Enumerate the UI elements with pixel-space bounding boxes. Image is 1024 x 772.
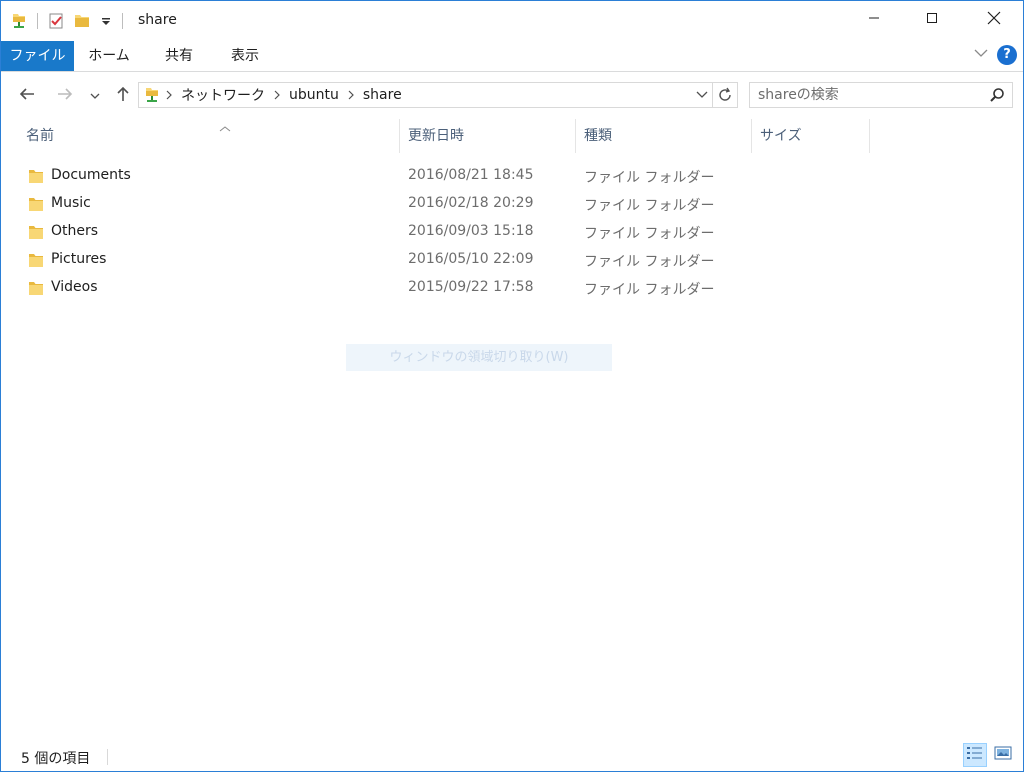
search-box — [749, 82, 1013, 108]
toolbar-separator — [37, 13, 38, 29]
list-item[interactable]: Others 2016/09/03 15:18 ファイル フォルダー — [1, 218, 1023, 246]
breadcrumb-chevron-icon[interactable] — [343, 83, 359, 107]
list-item[interactable]: Documents 2016/08/21 18:45 ファイル フォルダー — [1, 162, 1023, 190]
item-date: 2016/02/18 20:29 — [408, 195, 534, 211]
column-header-type[interactable]: 種類 — [576, 119, 752, 153]
chevron-down-icon[interactable] — [973, 47, 989, 63]
window-title: share — [138, 12, 177, 28]
search-icon[interactable] — [988, 86, 1006, 104]
close-icon — [987, 11, 1001, 29]
breadcrumb: ネットワーク ubuntu share — [139, 83, 692, 107]
title-bar: share — [1, 1, 1023, 41]
item-name: Others — [51, 223, 99, 239]
item-date: 2016/09/03 15:18 — [408, 223, 534, 239]
network-share-icon[interactable] — [9, 11, 29, 31]
column-type-label: 種類 — [584, 128, 612, 144]
recent-locations-button[interactable] — [85, 84, 105, 108]
column-headers: 名前 更新日時 種類 サイズ — [1, 119, 1023, 153]
item-type: ファイル フォルダー — [584, 282, 715, 298]
item-date: 2016/05/10 22:09 — [408, 251, 534, 267]
item-type: ファイル フォルダー — [584, 254, 715, 270]
large-icons-view-icon — [994, 745, 1012, 765]
item-count: 5 個の項目 — [21, 751, 91, 767]
navigation-bar: ネットワーク ubuntu share — [1, 79, 1023, 113]
up-button[interactable] — [111, 84, 135, 108]
search-input[interactable] — [750, 83, 986, 107]
column-header-size[interactable]: サイズ — [752, 119, 870, 153]
status-bar: 5 個の項目 — [1, 741, 1023, 771]
back-arrow-icon — [18, 86, 36, 106]
refresh-icon[interactable] — [712, 83, 737, 107]
ribbon-tabs: ファイル ホーム 共有 表示 ? — [1, 41, 1023, 72]
file-list: Documents 2016/08/21 18:45 ファイル フォルダー Mu… — [1, 162, 1023, 302]
column-header-date[interactable]: 更新日時 — [400, 119, 576, 153]
item-name: Pictures — [51, 251, 107, 267]
folder-icon — [28, 168, 44, 184]
tab-file[interactable]: ファイル — [1, 41, 74, 71]
window-snip-overlay: ウィンドウの領域切り取り(W) — [346, 344, 612, 371]
item-name: Music — [51, 195, 91, 211]
tab-share[interactable]: 共有 — [151, 41, 207, 71]
folder-icon — [28, 280, 44, 296]
toolbar-separator — [122, 13, 123, 29]
quick-access-toolbar — [9, 9, 131, 33]
details-view-icon — [966, 745, 984, 765]
explorer-window: share ファイル ホーム 共有 表示 ? ネットワーク ubuntu sha… — [0, 0, 1024, 772]
details-view-button[interactable] — [963, 743, 987, 767]
item-date: 2015/09/22 17:58 — [408, 279, 534, 295]
maximize-icon — [926, 12, 938, 28]
help-icon[interactable]: ? — [997, 45, 1017, 65]
breadcrumb-share[interactable]: share — [359, 87, 406, 103]
column-date-label: 更新日時 — [408, 128, 464, 144]
breadcrumb-ubuntu[interactable]: ubuntu — [285, 87, 343, 103]
item-type: ファイル フォルダー — [584, 170, 715, 186]
minimize-icon — [868, 12, 880, 28]
minimize-button[interactable] — [851, 1, 897, 39]
column-header-name[interactable]: 名前 — [18, 119, 400, 153]
properties-icon[interactable] — [46, 11, 66, 31]
address-bar[interactable]: ネットワーク ubuntu share — [138, 82, 738, 108]
breadcrumb-network[interactable]: ネットワーク — [177, 85, 269, 105]
tab-view[interactable]: 表示 — [217, 41, 273, 71]
column-size-label: サイズ — [760, 128, 802, 144]
network-share-icon — [143, 86, 161, 104]
item-date: 2016/08/21 18:45 — [408, 167, 534, 183]
list-item[interactable]: Music 2016/02/18 20:29 ファイル フォルダー — [1, 190, 1023, 218]
folder-icon — [28, 196, 44, 212]
forward-arrow-icon — [56, 86, 74, 106]
ribbon-controls: ? — [973, 45, 1017, 65]
item-name: Videos — [51, 279, 98, 295]
list-item[interactable]: Pictures 2016/05/10 22:09 ファイル フォルダー — [1, 246, 1023, 274]
folder-icon — [28, 224, 44, 240]
sort-ascending-icon — [218, 113, 232, 132]
status-separator — [107, 749, 108, 765]
recent-locations-icon — [90, 88, 100, 104]
address-dropdown-icon[interactable] — [692, 83, 712, 107]
customize-qat-icon[interactable] — [96, 11, 116, 31]
forward-button[interactable] — [53, 84, 77, 108]
large-icons-view-button[interactable] — [991, 743, 1015, 767]
column-name-label: 名前 — [26, 128, 54, 144]
up-arrow-icon — [115, 85, 131, 107]
item-name: Documents — [51, 167, 131, 183]
tab-home[interactable]: ホーム — [79, 41, 139, 71]
breadcrumb-chevron-icon[interactable] — [161, 83, 177, 107]
breadcrumb-chevron-icon[interactable] — [269, 83, 285, 107]
new-folder-icon[interactable] — [72, 11, 92, 31]
item-type: ファイル フォルダー — [584, 226, 715, 242]
maximize-button[interactable] — [909, 1, 955, 39]
list-item[interactable]: Videos 2015/09/22 17:58 ファイル フォルダー — [1, 274, 1023, 302]
folder-icon — [28, 252, 44, 268]
back-button[interactable] — [15, 84, 39, 108]
item-type: ファイル フォルダー — [584, 198, 715, 214]
close-button[interactable] — [971, 1, 1017, 39]
